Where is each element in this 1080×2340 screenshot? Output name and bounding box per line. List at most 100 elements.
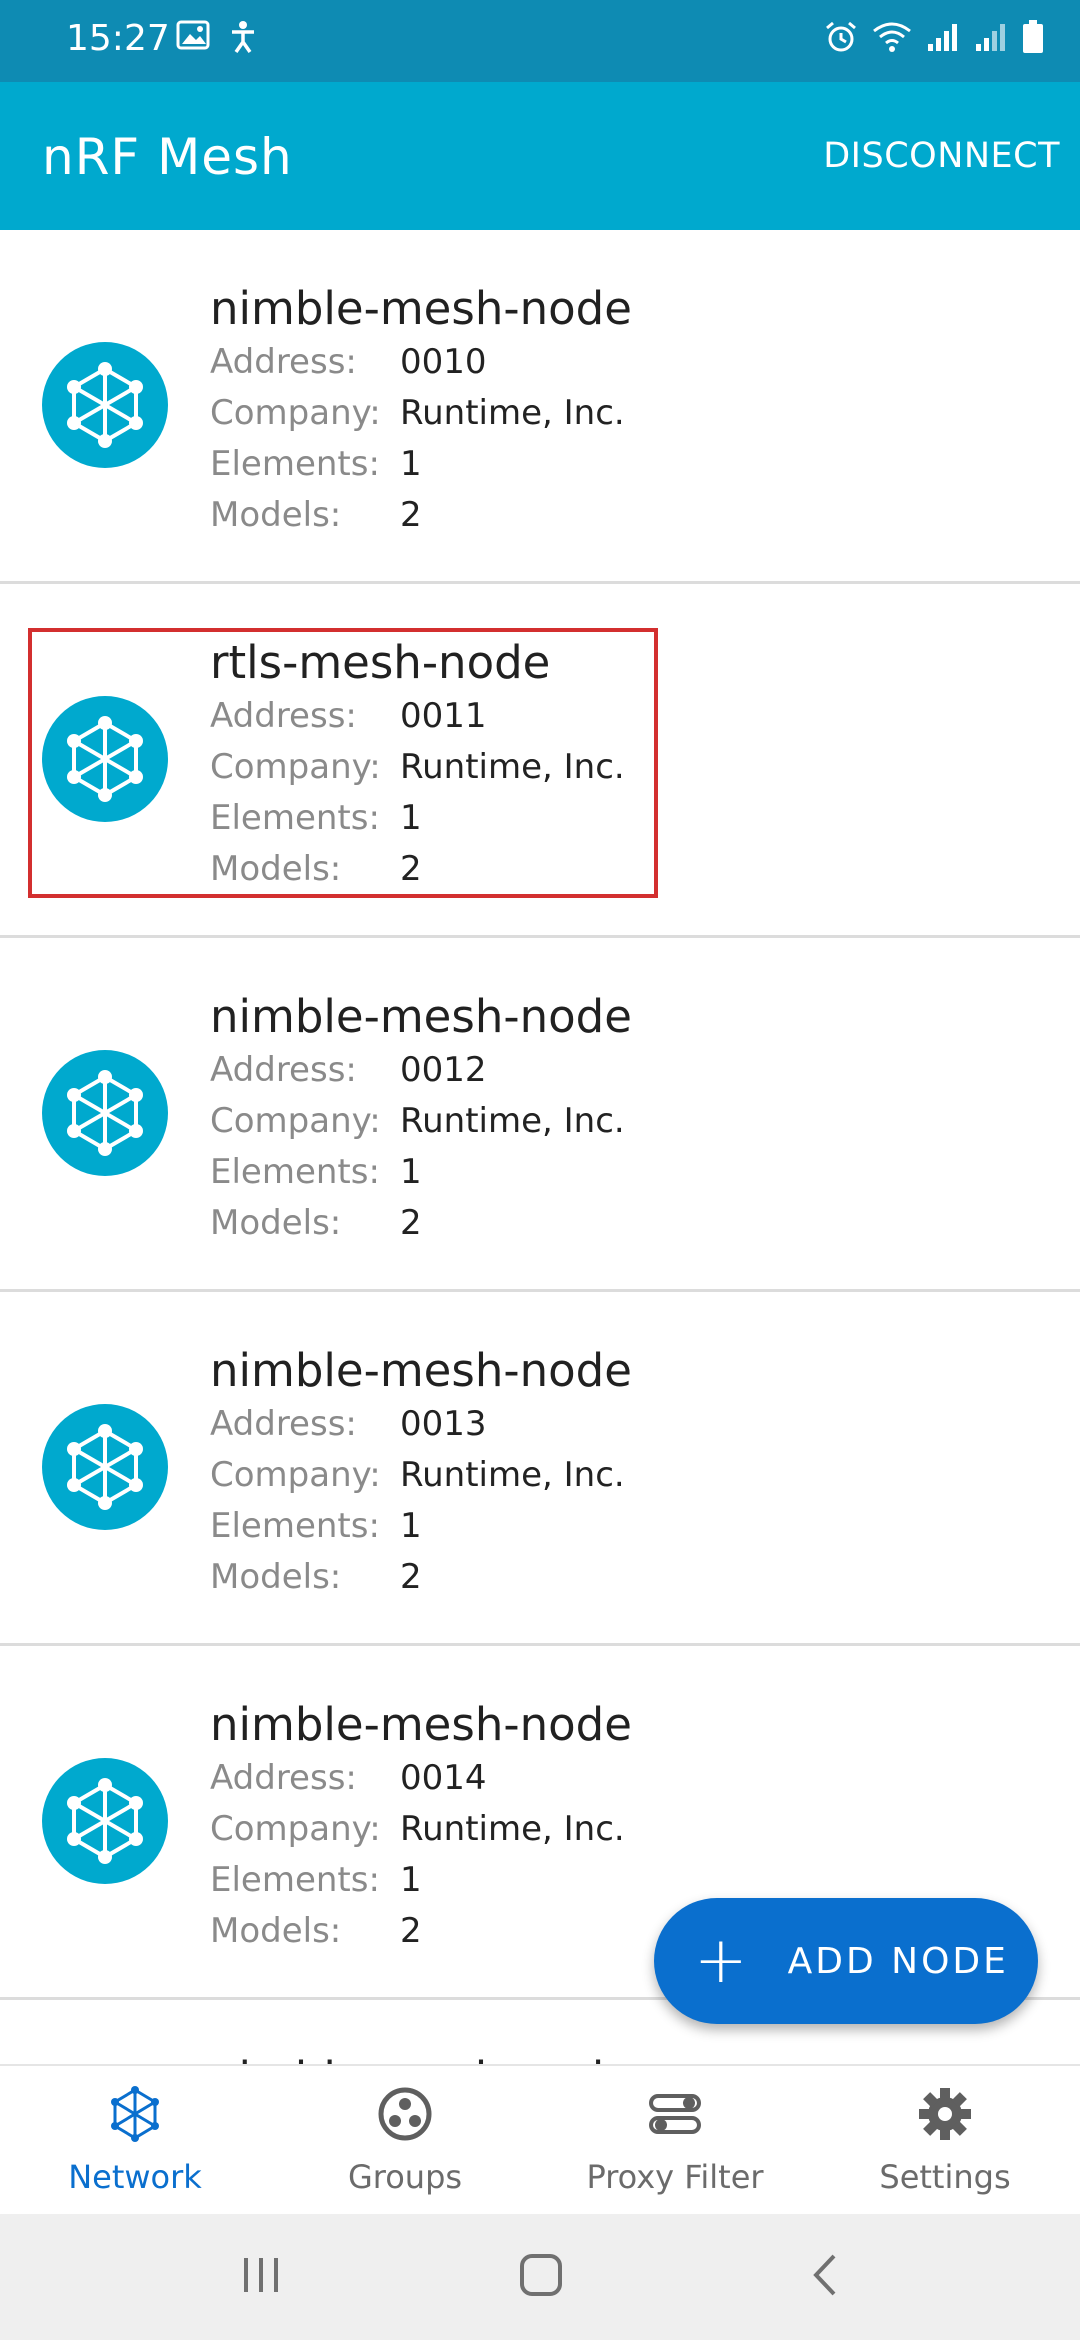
address-field: Address: 0010 <box>210 342 487 382</box>
nav-groups-label: Groups <box>347 2158 463 2196</box>
groups-icon <box>375 2084 435 2148</box>
models-value: 2 <box>400 849 422 889</box>
nav-proxy-filter-label: Proxy Filter <box>586 2158 764 2196</box>
elements-value: 1 <box>400 1860 422 1900</box>
node-name: nimble-mesh-node <box>210 1698 632 1751</box>
models-field: Models: 2 <box>210 1557 422 1597</box>
company-value: Runtime, Inc. <box>400 747 625 787</box>
node-name: nimble-mesh-node <box>210 990 632 1043</box>
add-node-button[interactable]: + ADD NODE <box>654 1898 1038 2024</box>
company-value: Runtime, Inc. <box>400 393 625 433</box>
elements-label: Elements: <box>210 1860 380 1900</box>
app-bar: nRF Mesh DISCONNECT <box>0 82 1080 230</box>
signal-icon-2 <box>974 22 1008 56</box>
elements-label: Elements: <box>210 798 380 838</box>
address-field: Address: 0014 <box>210 1758 487 1798</box>
accessibility-icon <box>228 20 258 58</box>
company-field: Company: Runtime, Inc. <box>210 393 625 433</box>
elements-value: 1 <box>400 1506 422 1546</box>
address-field: Address: 0013 <box>210 1404 487 1444</box>
models-value: 2 <box>400 495 422 535</box>
address-label: Address: <box>210 342 357 382</box>
models-field: Models: 2 <box>210 1911 422 1951</box>
back-icon[interactable] <box>804 2252 850 2302</box>
models-value: 2 <box>400 1203 422 1243</box>
node-name: nimble-mesh-node <box>210 1344 632 1397</box>
proxy-filter-icon <box>645 2084 705 2148</box>
elements-field: Elements: 1 <box>210 1860 422 1900</box>
node-list[interactable]: nimble-mesh-node Address: 0010 Company: Ru… <box>0 230 1080 2064</box>
company-label: Company: <box>210 747 381 787</box>
elements-label: Elements: <box>210 1506 380 1546</box>
alarm-icon <box>824 20 858 58</box>
nav-network-label: Network <box>68 2158 202 2196</box>
recent-apps-icon[interactable] <box>238 2252 284 2302</box>
company-field: Company: Runtime, Inc. <box>210 1809 625 1849</box>
node-item[interactable]: nimble-mesh-node Address: 0010 Company: Ru… <box>0 230 1080 584</box>
node-name: nimble-mesh-node <box>210 282 632 335</box>
nav-network[interactable]: Network <box>0 2066 270 2216</box>
node-item[interactable]: rtls-mesh-node Address: 0011 Company: Runt… <box>0 584 1080 938</box>
elements-value: 1 <box>400 444 422 484</box>
app-title: nRF Mesh <box>42 128 293 186</box>
company-label: Company: <box>210 393 381 433</box>
node-name: rtls-mesh-node <box>210 636 551 689</box>
models-label: Models: <box>210 1557 342 1597</box>
disconnect-button[interactable]: DISCONNECT <box>823 136 1060 176</box>
nav-proxy-filter[interactable]: Proxy Filter <box>540 2066 810 2216</box>
elements-label: Elements: <box>210 1152 380 1192</box>
company-value: Runtime, Inc. <box>400 1101 625 1141</box>
address-value: 0010 <box>400 342 487 382</box>
settings-icon <box>915 2084 975 2148</box>
company-value: Runtime, Inc. <box>400 1455 625 1495</box>
models-field: Models: 2 <box>210 1203 422 1243</box>
mesh-node-icon <box>42 1758 168 1884</box>
models-label: Models: <box>210 495 342 535</box>
network-icon <box>105 2084 165 2148</box>
models-label: Models: <box>210 849 342 889</box>
wifi-icon <box>872 21 912 57</box>
elements-value: 1 <box>400 798 422 838</box>
models-field: Models: 2 <box>210 495 422 535</box>
node-item[interactable]: nimble-mesh-node Address: 0013 Company: Ru… <box>0 1292 1080 1646</box>
address-value: 0011 <box>400 696 487 736</box>
models-label: Models: <box>210 1203 342 1243</box>
address-label: Address: <box>210 696 357 736</box>
status-time: 15:27 <box>66 18 170 59</box>
system-nav-bar <box>0 2214 1080 2340</box>
address-value: 0014 <box>400 1758 487 1798</box>
add-node-label: ADD NODE <box>787 1940 1009 1982</box>
elements-field: Elements: 1 <box>210 1506 422 1546</box>
company-label: Company: <box>210 1809 381 1849</box>
elements-field: Elements: 1 <box>210 1152 422 1192</box>
bottom-navigation: Network Groups Proxy Filter Settings <box>0 2064 1080 2216</box>
elements-field: Elements: 1 <box>210 444 422 484</box>
elements-label: Elements: <box>210 444 380 484</box>
mesh-node-icon <box>42 1050 168 1176</box>
nav-settings-label: Settings <box>879 2158 1011 2196</box>
node-item[interactable]: nimble-mesh-node Address: 0012 Company: Ru… <box>0 938 1080 1292</box>
node-name: nimble-mesh-node <box>210 2052 632 2064</box>
home-icon[interactable] <box>518 2252 564 2302</box>
address-value: 0012 <box>400 1050 487 1090</box>
mesh-node-icon <box>42 696 168 822</box>
status-bar: 15:27 <box>0 0 1080 82</box>
nav-groups[interactable]: Groups <box>270 2066 540 2216</box>
company-label: Company: <box>210 1101 381 1141</box>
models-label: Models: <box>210 1911 342 1951</box>
nav-settings[interactable]: Settings <box>810 2066 1080 2216</box>
signal-icon <box>926 22 960 56</box>
models-field: Models: 2 <box>210 849 422 889</box>
elements-value: 1 <box>400 1152 422 1192</box>
models-value: 2 <box>400 1911 422 1951</box>
address-label: Address: <box>210 1050 357 1090</box>
company-field: Company: Runtime, Inc. <box>210 747 625 787</box>
address-field: Address: 0012 <box>210 1050 487 1090</box>
company-value: Runtime, Inc. <box>400 1809 625 1849</box>
address-label: Address: <box>210 1404 357 1444</box>
models-value: 2 <box>400 1557 422 1597</box>
address-label: Address: <box>210 1758 357 1798</box>
image-icon <box>176 20 210 58</box>
elements-field: Elements: 1 <box>210 798 422 838</box>
address-field: Address: 0011 <box>210 696 487 736</box>
